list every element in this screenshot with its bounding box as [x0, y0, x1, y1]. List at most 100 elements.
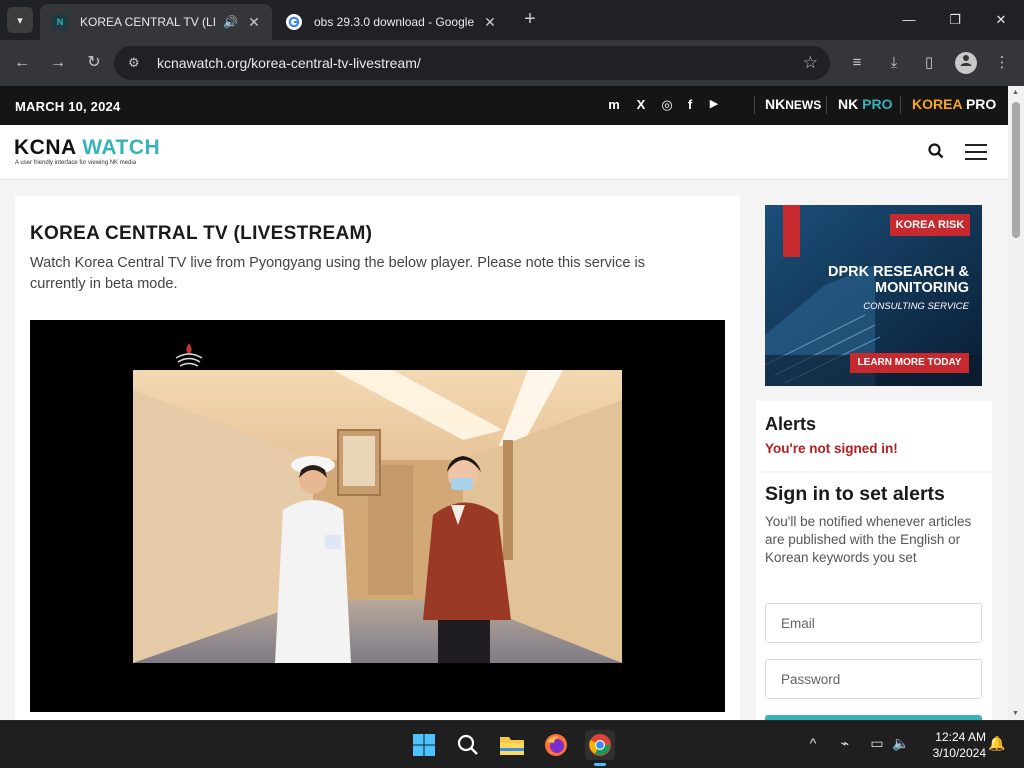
notifications-bell-icon[interactable]: 🔔	[986, 735, 1008, 752]
koreapro-link[interactable]: KOREA PRO	[912, 96, 996, 112]
article-description: Watch Korea Central TV live from Pyongya…	[30, 255, 645, 292]
email-placeholder: Email	[781, 616, 815, 631]
system-clock[interactable]: 12:24 AM 3/10/2024	[920, 729, 986, 761]
scrollbar-thumb[interactable]	[1012, 102, 1020, 238]
nkpro-link-part: PRO	[862, 96, 893, 112]
forward-button[interactable]: →	[45, 50, 71, 76]
menu-line	[965, 144, 987, 146]
signin-panel: Sign in to set alerts You'll be notified…	[756, 473, 992, 720]
page-title: KOREA CENTRAL TV (LIVESTREAM)	[30, 223, 373, 244]
menu-line	[965, 151, 987, 153]
facebook-icon[interactable]: f	[681, 97, 699, 112]
chrome-icon[interactable]	[585, 730, 615, 766]
ad-cta-button[interactable]: LEARN MORE TODAY	[850, 353, 969, 373]
reload-button[interactable]: ↻	[81, 50, 107, 76]
active-app-indicator	[594, 763, 606, 766]
alerts-panel: Alerts You're not signed in!	[756, 401, 992, 471]
password-field[interactable]: Password	[765, 659, 982, 699]
url-text[interactable]: kcnawatch.org/korea-central-tv-livestrea…	[157, 55, 421, 71]
clock-date: 3/10/2024	[932, 746, 986, 760]
firefox-icon[interactable]	[541, 730, 571, 760]
close-tab-icon[interactable]: ✕	[482, 14, 498, 31]
cloud-offline-icon[interactable]: ⌁	[834, 735, 856, 752]
video-scene-image	[133, 370, 622, 663]
google-favicon-icon	[286, 14, 302, 30]
nknews-link-part: NK	[765, 96, 786, 112]
kcna-favicon-icon: N	[52, 14, 68, 30]
downloads-icon[interactable]: ⤓	[883, 52, 905, 74]
search-icon[interactable]	[453, 730, 483, 760]
nknews-link-part: NEWS	[785, 98, 822, 112]
audio-playing-icon[interactable]: 🔊	[223, 15, 238, 29]
top-bar: MARCH 10, 2024 m X ◎ f ▶ NKNEWS NK PRO K…	[0, 86, 1008, 125]
page-scrollbar[interactable]: ▲ ▼	[1008, 86, 1024, 720]
windows-start-icon[interactable]	[409, 730, 439, 760]
media-controls-icon[interactable]: ≡	[846, 52, 868, 74]
password-placeholder: Password	[781, 672, 841, 687]
divider	[900, 96, 901, 114]
ad-subline: CONSULTING SERVICE	[863, 301, 969, 312]
browser-menu-icon[interactable]: ⋮	[991, 52, 1013, 74]
signin-description: You'll be notified whenever articles are…	[765, 514, 972, 565]
site-header: KCNA WATCH A user friendly interface for…	[0, 125, 1008, 180]
menu-line	[965, 158, 987, 160]
nkpro-link-part: NK	[838, 96, 863, 112]
close-window-button[interactable]: ✕	[986, 8, 1016, 32]
tab-strip: ▾ N KOREA CENTRAL TV (LIVEST 🔊 ✕ obs 29.…	[0, 0, 1024, 40]
ad-headline: DPRK RESEARCH & MONITORING	[828, 264, 969, 296]
tab-obs-download[interactable]: obs 29.3.0 download - Google ✕	[274, 4, 508, 40]
logo-tagline: A user friendly interface for viewing NK…	[15, 160, 137, 166]
tab-title: obs 29.3.0 download - Google	[314, 15, 475, 29]
article-card: KOREA CENTRAL TV (LIVESTREAM) Watch Kore…	[15, 196, 740, 720]
restore-button[interactable]: ❐	[940, 8, 970, 32]
divider	[754, 96, 755, 114]
show-hidden-icons-chevron[interactable]: ^	[802, 735, 824, 751]
scroll-down-icon[interactable]: ▼	[1012, 710, 1019, 717]
windows-taskbar: ^ ⌁ ▭ 🔈 12:24 AM 3/10/2024 🔔	[0, 720, 1024, 768]
alerts-title: Alerts	[765, 414, 817, 434]
profile-avatar-icon[interactable]	[955, 52, 977, 74]
volume-icon[interactable]: 🔈	[890, 735, 912, 752]
email-field[interactable]: Email	[765, 603, 982, 643]
koreapro-link-part: PRO	[965, 96, 997, 112]
signin-status: You're not signed in!	[765, 441, 898, 456]
video-player[interactable]	[30, 320, 725, 712]
nknews-link[interactable]: NKNEWS	[765, 96, 821, 112]
address-bar[interactable]: ⚙ kcnawatch.org/korea-central-tv-livestr…	[114, 46, 830, 80]
mastodon-icon[interactable]: m	[605, 97, 623, 112]
browser-toolbar: ← → ↻ ⚙ kcnawatch.org/korea-central-tv-l…	[0, 40, 1024, 86]
instagram-icon[interactable]: ◎	[658, 97, 676, 113]
site-search-icon[interactable]	[928, 143, 944, 164]
scroll-up-icon[interactable]: ▲	[1012, 89, 1019, 96]
logo-part: WATCH	[82, 136, 161, 159]
divider	[826, 96, 827, 114]
site-info-icon[interactable]: ⚙	[128, 55, 140, 71]
x-twitter-icon[interactable]: X	[632, 97, 650, 112]
file-explorer-icon[interactable]	[497, 730, 527, 760]
tab-kcna-livestream[interactable]: N KOREA CENTRAL TV (LIVEST 🔊 ✕	[40, 4, 272, 40]
tab-search-button[interactable]: ▾	[7, 7, 33, 33]
youtube-icon[interactable]: ▶	[705, 97, 723, 110]
page-viewport: MARCH 10, 2024 m X ◎ f ▶ NKNEWS NK PRO K…	[0, 86, 1008, 720]
nkpro-link[interactable]: NK PRO	[838, 96, 892, 112]
close-tab-icon[interactable]: ✕	[246, 14, 262, 31]
video-frame	[133, 370, 622, 663]
minimize-button[interactable]: —	[894, 8, 924, 32]
side-panel-icon[interactable]: ▯	[918, 52, 940, 74]
bookmark-star-icon[interactable]: ☆	[803, 53, 818, 73]
kctv-emblem-icon	[175, 343, 203, 367]
ad-headline-line: MONITORING	[875, 280, 969, 296]
kcna-watch-logo[interactable]: KCNA WATCH	[14, 136, 160, 160]
ad-brand-badge: KOREA RISK	[890, 214, 970, 236]
koreapro-link-part: KOREA	[912, 96, 966, 112]
network-icon[interactable]: ▭	[866, 735, 888, 752]
current-date: MARCH 10, 2024	[15, 99, 121, 114]
hamburger-menu-icon[interactable]	[965, 144, 987, 160]
new-tab-button[interactable]: +	[518, 8, 542, 32]
tab-title: KOREA CENTRAL TV (LIVEST	[80, 15, 216, 29]
back-button[interactable]: ←	[9, 50, 35, 76]
ad-headline-line: DPRK RESEARCH &	[828, 264, 969, 280]
clock-time: 12:24 AM	[935, 730, 986, 744]
logo-part: KCNA	[14, 136, 83, 159]
korea-risk-ad[interactable]: KOREA RISK DPRK RESEARCH & MONITORING CO…	[765, 205, 982, 386]
